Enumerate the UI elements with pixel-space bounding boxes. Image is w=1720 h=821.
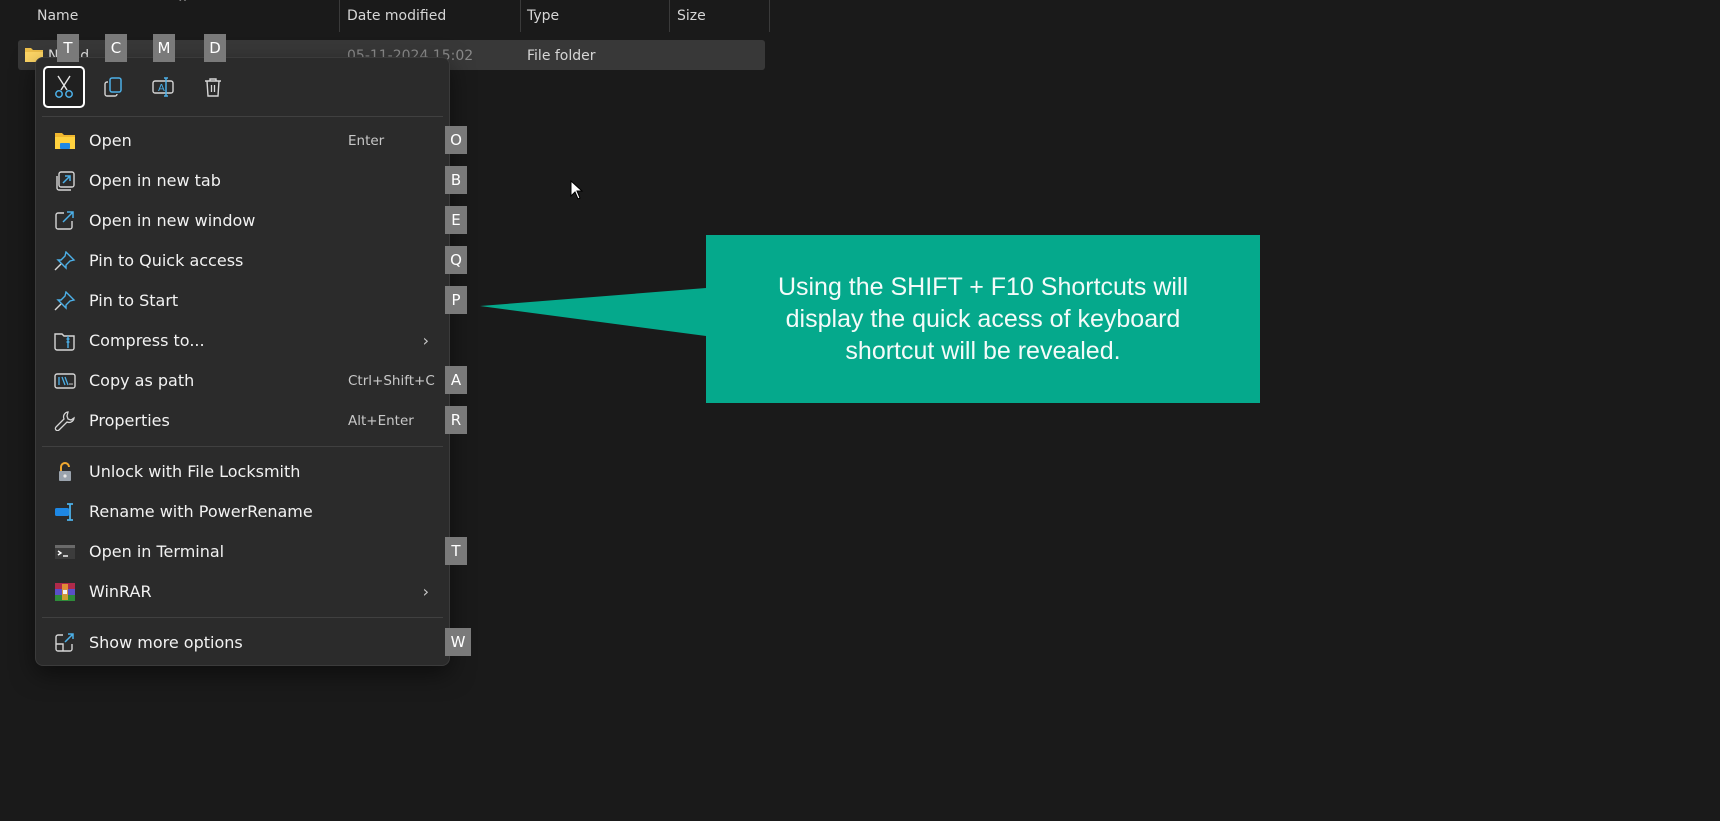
callout-shape — [480, 235, 1260, 403]
callout-pointer — [480, 288, 706, 336]
mouse-cursor-icon — [570, 180, 584, 200]
callout-text: Using the SHIFT + F10 Shortcuts will dis… — [777, 273, 1189, 365]
